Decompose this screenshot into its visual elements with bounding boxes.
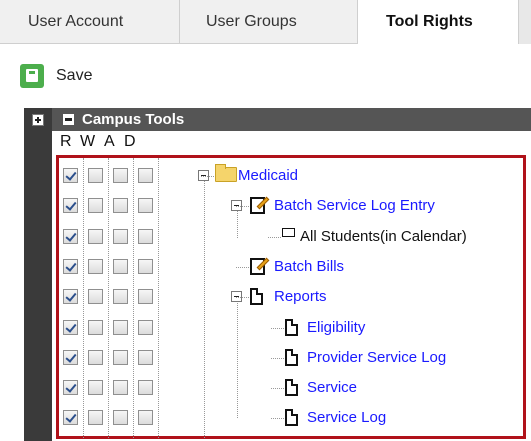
checkbox-write[interactable] xyxy=(88,289,103,305)
tree-connector xyxy=(236,206,249,208)
checkbox-write[interactable] xyxy=(88,349,103,365)
checkbox-read[interactable] xyxy=(63,228,78,244)
checkbox-write[interactable] xyxy=(88,198,103,214)
tab-bar: User Account User Groups Tool Rights xyxy=(0,0,531,44)
page-icon xyxy=(250,288,263,306)
checkbox-add[interactable] xyxy=(113,349,128,365)
column-add-header: A xyxy=(104,133,115,150)
checkbox-write[interactable] xyxy=(88,168,103,183)
tree-connector xyxy=(236,297,249,299)
checkbox-delete[interactable] xyxy=(138,198,153,214)
checkbox-read[interactable] xyxy=(63,410,78,426)
save-label: Save xyxy=(56,67,93,84)
tree-connector xyxy=(201,176,214,177)
tool-link[interactable]: Service xyxy=(307,379,357,396)
column-read-header: R xyxy=(60,133,72,150)
page-icon xyxy=(285,348,298,366)
checkbox-add[interactable] xyxy=(113,289,128,305)
page-icon xyxy=(285,379,298,397)
column-write-header: W xyxy=(80,133,96,150)
tree-connector xyxy=(271,357,284,359)
checkbox-add[interactable] xyxy=(113,198,128,214)
checkbox-read[interactable] xyxy=(63,168,78,183)
section-title: Campus Tools xyxy=(82,111,185,128)
checkbox-delete[interactable] xyxy=(138,410,153,426)
checkbox-read[interactable] xyxy=(63,198,78,214)
tree-connector xyxy=(236,266,249,268)
column-divider xyxy=(158,158,159,438)
folder-icon xyxy=(215,164,237,182)
checkbox-add[interactable] xyxy=(113,380,128,396)
tool-link[interactable]: Provider Service Log xyxy=(307,349,446,366)
save-icon xyxy=(20,64,44,88)
tree-connector xyxy=(271,327,284,329)
column-divider xyxy=(133,158,134,438)
tab-label: Tool Rights xyxy=(386,13,473,30)
tree-connector xyxy=(268,236,281,238)
checkbox-add[interactable] xyxy=(113,228,128,244)
page-icon xyxy=(285,318,298,336)
checkbox-add[interactable] xyxy=(113,168,128,183)
sub-icon xyxy=(282,227,295,237)
page-icon xyxy=(285,409,298,427)
collapse-icon[interactable] xyxy=(63,114,74,125)
tab-user-groups[interactable]: User Groups xyxy=(180,0,358,44)
checkbox-write[interactable] xyxy=(88,228,103,244)
checkbox-write[interactable] xyxy=(88,258,103,274)
tool-link[interactable]: Eligibility xyxy=(307,319,365,336)
tree-connector xyxy=(271,388,284,390)
tab-user-account[interactable]: User Account xyxy=(0,0,180,44)
tool-link[interactable]: Medicaid xyxy=(238,167,298,184)
tool-link[interactable]: Service Log xyxy=(307,409,386,426)
tab-label: User Groups xyxy=(206,13,297,30)
tool-link[interactable]: Batch Bills xyxy=(274,258,344,275)
tab-tool-rights[interactable]: Tool Rights xyxy=(358,0,518,44)
checkbox-delete[interactable] xyxy=(138,168,153,183)
tab-label: User Account xyxy=(28,13,124,30)
tree-connector xyxy=(271,418,284,420)
checkbox-delete[interactable] xyxy=(138,258,153,274)
tree-guide-line xyxy=(204,178,205,438)
tree-guide-line xyxy=(237,208,238,238)
checkbox-read[interactable] xyxy=(63,380,78,396)
column-divider xyxy=(108,158,109,438)
checkbox-read[interactable] xyxy=(63,258,78,274)
checkbox-delete[interactable] xyxy=(138,319,153,335)
tree-guide-line xyxy=(237,298,238,418)
checkbox-delete[interactable] xyxy=(138,380,153,396)
edit-icon xyxy=(250,257,270,275)
section-header: Campus Tools xyxy=(52,108,531,131)
save-button[interactable]: Save xyxy=(20,63,92,89)
checkbox-write[interactable] xyxy=(88,380,103,396)
left-expander-bar xyxy=(24,108,52,441)
checkbox-write[interactable] xyxy=(88,410,103,426)
checkbox-read[interactable] xyxy=(63,289,78,305)
checkbox-delete[interactable] xyxy=(138,349,153,365)
column-delete-header: D xyxy=(124,133,136,150)
tool-rights-panel: Campus Tools R W A D Medicaid Batch Servi… xyxy=(0,108,531,441)
checkbox-read[interactable] xyxy=(63,319,78,335)
checkbox-add[interactable] xyxy=(113,319,128,335)
tool-link[interactable]: Batch Service Log Entry xyxy=(274,197,435,214)
checkbox-delete[interactable] xyxy=(138,289,153,305)
checkbox-delete[interactable] xyxy=(138,228,153,244)
checkbox-write[interactable] xyxy=(88,319,103,335)
tool-link[interactable]: Reports xyxy=(274,288,327,305)
checkbox-add[interactable] xyxy=(113,410,128,426)
edit-icon xyxy=(250,196,270,215)
toolbar: Save xyxy=(0,44,531,108)
expand-all-icon[interactable] xyxy=(32,114,44,126)
tab-overflow-edge xyxy=(518,0,531,44)
checkbox-read[interactable] xyxy=(63,349,78,365)
column-divider xyxy=(83,158,84,438)
tool-label: All Students(in Calendar) xyxy=(300,227,467,245)
checkbox-add[interactable] xyxy=(113,258,128,274)
